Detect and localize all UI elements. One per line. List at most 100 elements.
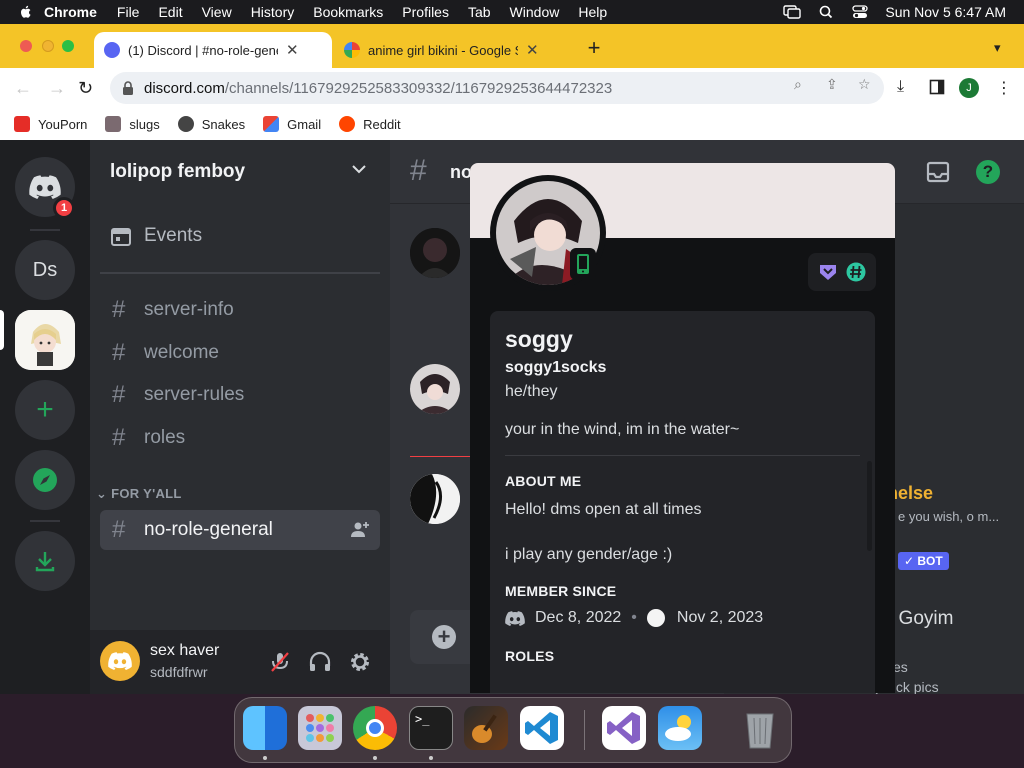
globe-icon (177, 116, 194, 132)
bookmark-snakes[interactable]: Snakes (177, 116, 245, 132)
menubar-clock[interactable]: Sun Nov 5 6:47 AM (885, 4, 1006, 20)
user-settings-gear-icon[interactable] (348, 650, 372, 674)
menu-tab[interactable]: Tab (468, 4, 491, 20)
menubar-app-name[interactable]: Chrome (44, 4, 97, 20)
terminal-icon[interactable]: >_ (409, 706, 453, 750)
vscode-icon[interactable] (520, 706, 564, 750)
upload-plus-icon[interactable]: + (432, 625, 456, 649)
bookmark-label: slugs (129, 116, 160, 132)
hashtag-icon: # (112, 296, 126, 323)
message-author-avatar[interactable] (410, 364, 460, 414)
window-zoom-button[interactable] (62, 40, 74, 52)
user-display-name[interactable]: sex haver (150, 642, 219, 660)
menu-edit[interactable]: Edit (158, 4, 182, 20)
server-ds[interactable]: Ds (15, 240, 75, 300)
hypesquad-badge-icon[interactable] (818, 262, 838, 282)
channel-welcome[interactable]: # welcome (100, 333, 380, 373)
visual-studio-icon[interactable] (602, 706, 646, 750)
user-panel: sex haver sddfdfrwr (90, 630, 390, 694)
server-lolipop-femboy[interactable] (15, 310, 75, 370)
user-profile-popout[interactable]: soggy soggy1socks he/they your in the wi… (470, 163, 895, 693)
mute-microphone-icon[interactable] (268, 650, 292, 674)
side-panel-icon[interactable] (929, 79, 945, 95)
apple-menu-icon[interactable] (18, 4, 34, 20)
hashtag-icon: # (112, 339, 126, 366)
forward-arrow-icon[interactable]: → (48, 78, 66, 98)
profile-scrollbar[interactable] (867, 461, 872, 551)
channel-roles[interactable]: # roles (100, 418, 380, 458)
downloads-icon[interactable]: ⤓ (897, 78, 904, 96)
bookmark-youporn[interactable]: YouPorn (14, 116, 87, 132)
lock-icon[interactable] (122, 81, 134, 95)
bookmark-gmail[interactable]: Gmail (263, 116, 321, 132)
message-author-avatar[interactable] (410, 474, 460, 524)
window-close-button[interactable] (20, 40, 32, 52)
help-icon[interactable]: ? (976, 160, 1000, 184)
window-minimize-button[interactable] (42, 40, 54, 52)
member-name[interactable]: es (893, 659, 908, 675)
inbox-icon[interactable] (926, 160, 950, 184)
address-bar[interactable]: discord.com/channels/1167929252583309332… (110, 72, 884, 104)
add-server-button[interactable]: + (15, 380, 75, 440)
hashtag-badge-icon[interactable] (846, 262, 866, 282)
headphones-icon[interactable] (308, 650, 332, 674)
menu-help[interactable]: Help (578, 4, 607, 20)
menu-window[interactable]: Window (510, 4, 560, 20)
chrome-icon[interactable] (353, 706, 397, 750)
screen-mirroring-icon[interactable] (783, 5, 802, 19)
menu-bookmarks[interactable]: Bookmarks (313, 4, 383, 20)
member-name[interactable]: t Goyim (888, 608, 953, 630)
create-invite-icon[interactable] (350, 520, 370, 540)
control-center-icon[interactable] (851, 5, 869, 19)
bookmark-reddit[interactable]: Reddit (339, 116, 401, 132)
new-tab-button[interactable]: + (584, 36, 604, 60)
server-list: 1 Ds + (0, 140, 90, 694)
mobile-phone-icon (577, 254, 589, 274)
category-for-yall[interactable]: ⌄ FOR Y'ALL (96, 486, 182, 502)
tab-title: anime girl bikini - Google Sear (368, 42, 518, 58)
back-arrow-icon[interactable]: ← (14, 78, 32, 98)
channel-divider (100, 272, 380, 274)
explore-servers-button[interactable] (15, 450, 75, 510)
browser-menu-icon[interactable]: ⋮ (996, 78, 1012, 98)
weather-icon[interactable] (658, 706, 702, 750)
menu-view[interactable]: View (202, 4, 232, 20)
zoom-lens-icon[interactable]: ⌕ (794, 76, 810, 92)
menu-file[interactable]: File (117, 4, 140, 20)
category-label: FOR Y'ALL (111, 486, 182, 501)
reload-icon[interactable]: ↻ (78, 78, 93, 98)
bookmark-slugs[interactable]: slugs (105, 116, 160, 132)
server-header[interactable]: lolipop femboy (90, 140, 390, 204)
tab-google-search[interactable]: anime girl bikini - Google Sear ✕ (334, 32, 574, 68)
profile-username[interactable]: soggy1socks (505, 359, 606, 377)
message-author-avatar[interactable] (410, 228, 460, 278)
events-item[interactable]: Events (110, 225, 202, 247)
url-host: discord.com (144, 79, 225, 97)
bookmark-star-icon[interactable]: ☆ (858, 76, 874, 92)
menu-profiles[interactable]: Profiles (402, 4, 449, 20)
profile-avatar[interactable]: J (959, 78, 979, 98)
menu-history[interactable]: History (251, 4, 295, 20)
trash-icon[interactable] (738, 706, 782, 750)
channel-server-rules[interactable]: # server-rules (100, 375, 380, 415)
guitar-shape (472, 714, 497, 743)
channel-server-info[interactable]: # server-info (100, 290, 380, 330)
launchpad-icon[interactable] (298, 706, 342, 750)
tab-close-icon[interactable]: ✕ (286, 41, 299, 59)
compass-icon (33, 468, 57, 492)
finder-icon[interactable] (243, 706, 287, 750)
mac-menubar: Chrome File Edit View History Bookmarks … (0, 0, 1024, 24)
garageband-icon[interactable] (464, 706, 508, 750)
roles-heading: ROLES (505, 648, 555, 664)
spotlight-search-icon[interactable] (817, 5, 835, 19)
share-icon[interactable]: ⇪ (826, 76, 842, 92)
tab-search-chevron-icon[interactable]: ▾ (994, 40, 1001, 56)
tab-discord[interactable]: (1) Discord | #no-role-general ✕ (94, 32, 332, 68)
launchpad-grid (306, 714, 334, 742)
tab-close-icon[interactable]: ✕ (526, 41, 539, 59)
user-avatar[interactable] (100, 641, 140, 681)
download-apps-button[interactable] (15, 531, 75, 591)
dock-divider (584, 710, 585, 750)
channel-no-role-general[interactable]: # no-role-general (100, 510, 380, 550)
unread-badge: 1 (53, 197, 75, 219)
